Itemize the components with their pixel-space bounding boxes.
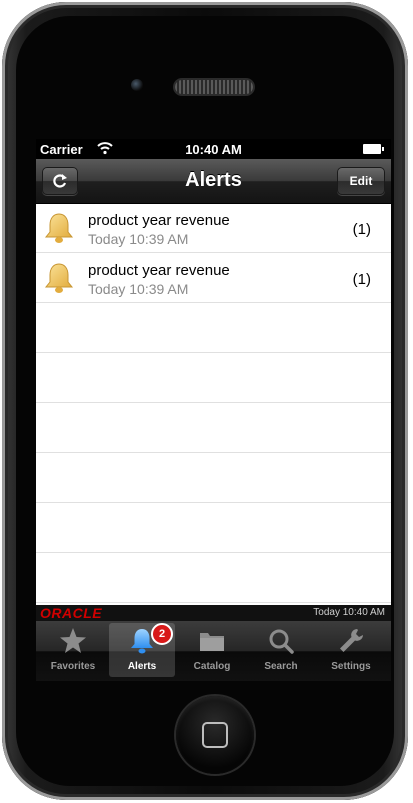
empty-list-row <box>36 453 391 503</box>
alert-title: product year revenue <box>88 262 230 279</box>
tab-label: Settings <box>331 661 371 672</box>
edit-button[interactable]: Edit <box>337 167 385 195</box>
last-updated-time: Today 10:40 AM <box>313 607 385 618</box>
navigation-bar: Alerts Edit <box>36 159 391 204</box>
tab-favorites[interactable]: Favorites <box>40 623 106 677</box>
tab-label: Favorites <box>50 661 96 672</box>
earpiece-speaker <box>175 80 253 94</box>
empty-list-row <box>36 503 391 553</box>
tab-bar: Favorites 2 Alerts Catalog Search Settin… <box>36 621 391 681</box>
alerts-badge: 2 <box>151 623 173 645</box>
alert-title: product year revenue <box>88 212 230 229</box>
alert-row[interactable]: product year revenue Today 10:39 AM (1) <box>36 203 391 253</box>
alert-count: (1) <box>352 221 371 238</box>
status-time: 10:40 AM <box>185 142 242 157</box>
alert-row[interactable]: product year revenue Today 10:39 AM (1) <box>36 253 391 303</box>
tab-alerts[interactable]: 2 Alerts <box>109 623 175 677</box>
oracle-logo: ORACLE <box>40 605 103 621</box>
bell-icon <box>44 213 74 243</box>
empty-list-row <box>36 353 391 403</box>
empty-list-row <box>36 553 391 603</box>
bell-icon <box>44 263 74 293</box>
alert-count: (1) <box>352 271 371 288</box>
alert-time: Today 10:39 AM <box>88 231 189 247</box>
folder-icon <box>200 633 224 651</box>
status-bar: Carrier 10:40 AM <box>36 139 391 159</box>
front-camera <box>131 79 143 91</box>
battery-icon <box>363 144 384 154</box>
empty-list-row <box>36 303 391 353</box>
wrench-icon <box>340 629 363 652</box>
star-icon <box>60 628 86 653</box>
alert-time: Today 10:39 AM <box>88 281 189 297</box>
search-icon <box>269 629 294 654</box>
app-screen: Carrier 10:40 AM Alerts Edit product yea… <box>36 139 391 681</box>
tab-label: Search <box>264 661 298 672</box>
tab-search[interactable]: Search <box>248 623 314 677</box>
oracle-footer-bar: ORACLE Today 10:40 AM <box>36 605 391 621</box>
home-square-icon <box>202 722 228 748</box>
empty-list-row <box>36 403 391 453</box>
alerts-list: product year revenue Today 10:39 AM (1) … <box>36 203 391 603</box>
tab-catalog[interactable]: Catalog <box>179 623 245 677</box>
tab-settings[interactable]: Settings <box>318 623 384 677</box>
tab-label: Catalog <box>193 661 231 672</box>
home-button[interactable] <box>176 696 254 774</box>
tab-label: Alerts <box>127 661 157 672</box>
